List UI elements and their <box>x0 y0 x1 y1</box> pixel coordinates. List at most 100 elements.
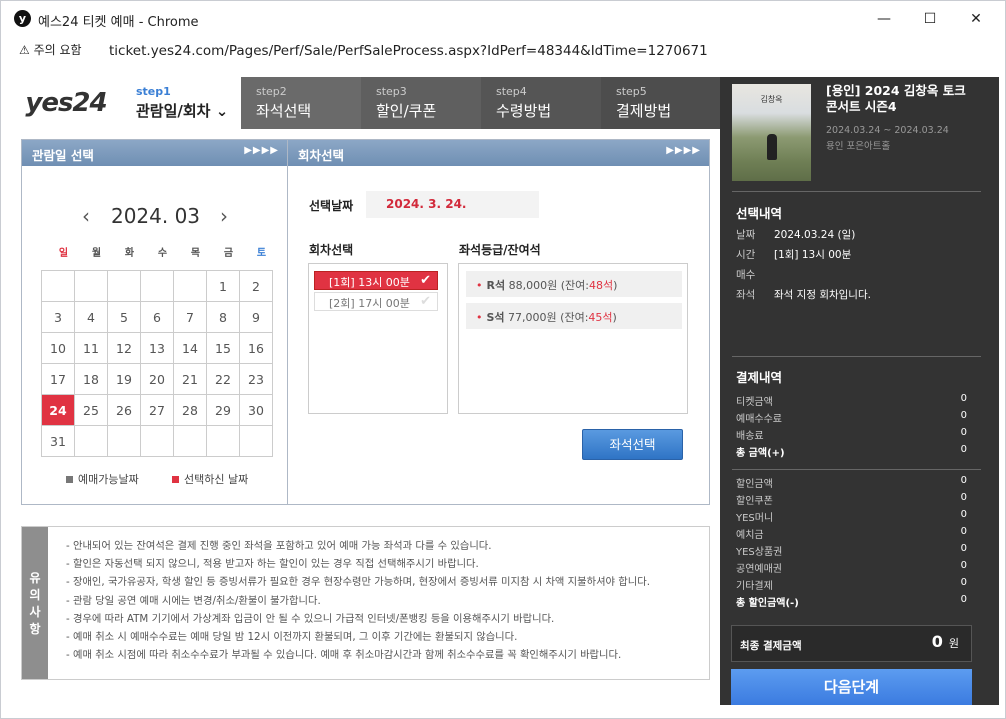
close-button[interactable]: ✕ <box>953 1 999 36</box>
calendar-day[interactable]: 11 <box>74 332 108 364</box>
step-number: step4 <box>496 85 527 98</box>
seat-select-button[interactable]: 좌석선택 <box>582 429 683 460</box>
window-title: 예스24 티켓 예매 - Chrome <box>38 15 199 30</box>
calendar-day[interactable]: 7 <box>173 301 207 333</box>
calendar-day[interactable]: 30 <box>239 394 273 426</box>
notice-item: - 안내되어 있는 잔여석은 결제 진행 중인 좌석을 포함하고 있어 예매 가… <box>66 540 492 552</box>
calendar-day[interactable]: 3 <box>41 301 75 333</box>
calendar-day[interactable]: 1 <box>206 270 240 302</box>
calendar-day[interactable]: 6 <box>140 301 174 333</box>
maximize-button[interactable]: ☐ <box>907 1 953 36</box>
calendar-empty <box>239 425 273 457</box>
payment-value: 0 <box>960 444 967 455</box>
calendar-day[interactable]: 15 <box>206 332 240 364</box>
date-selection-panel: 관람일 선택 ▶▶▶▶ ‹ 2024. 03 › 일 월 화 수 목 금 토 1… <box>21 139 288 505</box>
calendar-empty <box>140 425 174 457</box>
notice-item: - 할인은 자동선택 되지 않으니, 적용 받고자 하는 할인이 있는 경우 직… <box>66 558 479 571</box>
step-4-tab[interactable]: step4 수령방법 <box>481 77 601 129</box>
calendar-day[interactable]: 13 <box>140 332 174 364</box>
calendar-day[interactable]: 12 <box>107 332 141 364</box>
calendar-day[interactable]: 25 <box>74 394 108 426</box>
notice-side-label: 유 의 사 항 <box>22 527 48 679</box>
calendar-grid: 1 2 3 4 5 6 7 8 9 10 11 12 13 14 15 16 17 18 19 20 21 22 23 24 2… <box>41 270 273 457</box>
round-item-2[interactable]: [2회] 17시 00분 ✔ <box>314 292 438 311</box>
step-name: 결제방법 <box>616 102 672 120</box>
concert-title: [용인] 2024 김창옥 토크콘서트 시즌4 <box>826 83 966 114</box>
notice-item: - 예매 취소 시 예매수수료는 예매 당일 밤 12시 이전까지 환불되며, … <box>66 631 518 644</box>
dow-sun: 일 <box>58 248 69 259</box>
calendar-day[interactable]: 4 <box>74 301 108 333</box>
divider <box>732 191 981 192</box>
step-2-tab[interactable]: step2 좌석선택 <box>241 77 361 129</box>
calendar-empty <box>74 425 108 457</box>
step-1-tab[interactable]: step1 관람일/회차 ⌄ <box>121 77 241 129</box>
calendar-day[interactable]: 17 <box>41 363 75 395</box>
calendar-day[interactable]: 22 <box>206 363 240 395</box>
dow-wed: 수 <box>157 248 168 259</box>
yes24-app-icon: y <box>14 10 31 27</box>
payment-value: 0 <box>960 427 967 438</box>
notice-item: - 예매 취소 시점에 따라 취소수수료가 부과될 수 있습니다. 예매 후 취… <box>66 649 622 662</box>
url-text[interactable]: ticket.yes24.com/Pages/Perf/Sale/PerfSal… <box>109 43 708 59</box>
selection-key: 좌석 <box>736 289 756 301</box>
payment-value: 0 <box>960 509 967 520</box>
payment-value: 0 <box>960 594 967 605</box>
next-month-button[interactable]: › <box>220 204 228 228</box>
legend-available: 예매가능날짜 <box>66 471 139 487</box>
calendar-empty <box>107 270 141 302</box>
calendar-day[interactable]: 18 <box>74 363 108 395</box>
concert-venue: 용인 포은아트홀 <box>826 141 891 152</box>
legend-selected: 선택하신 날짜 <box>172 471 248 487</box>
title-bar: y 예스24 티켓 예매 - Chrome — ☐ ✕ <box>1 1 1005 36</box>
step-3-tab[interactable]: step3 할인/쿠폰 <box>361 77 481 129</box>
seat-grade-r: • R석 88,000원 (잔여:48석) <box>466 271 682 297</box>
payment-key: YES상품권 <box>736 547 783 558</box>
minimize-button[interactable]: — <box>861 1 907 36</box>
calendar-empty <box>107 425 141 457</box>
payment-value: 0 <box>960 577 967 588</box>
browser-window: y 예스24 티켓 예매 - Chrome — ☐ ✕ ⚠ 주의 요함 tick… <box>0 0 1006 719</box>
seat-grade-s: • S석 77,000원 (잔여:45석) <box>466 303 682 329</box>
selection-date: 2024.03.24 (일) <box>774 229 856 241</box>
step-number: step1 <box>136 85 171 98</box>
calendar-day[interactable]: 8 <box>206 301 240 333</box>
calendar-day[interactable]: 21 <box>173 363 207 395</box>
calendar-day[interactable]: 29 <box>206 394 240 426</box>
next-step-button[interactable]: 다음단계 <box>731 669 972 705</box>
selection-key: 매수 <box>736 269 756 281</box>
calendar-day[interactable]: 24 <box>41 394 75 426</box>
step-5-tab[interactable]: step5 결제방법 <box>601 77 721 129</box>
calendar-day[interactable]: 23 <box>239 363 273 395</box>
selected-date-label: 선택날짜 <box>309 199 354 213</box>
check-icon: ✔ <box>420 294 431 309</box>
page-content: yes24 step1 관람일/회차 ⌄ step2 좌석선택 step3 할인… <box>11 69 999 705</box>
security-warning-chip[interactable]: ⚠ 주의 요함 <box>19 41 82 58</box>
calendar-day[interactable]: 19 <box>107 363 141 395</box>
step-navigation: yes24 step1 관람일/회차 ⌄ step2 좌석선택 step3 할인… <box>11 77 721 129</box>
round-item-label: [1회] 13시 00분 <box>329 276 410 289</box>
calendar-day[interactable]: 20 <box>140 363 174 395</box>
date-panel-header: 관람일 선택 ▶▶▶▶ <box>22 140 287 166</box>
payment-key: 총 금액(+) <box>736 448 785 459</box>
calendar-empty <box>173 425 207 457</box>
round-panel-header: 회차선택 ▶▶▶▶ <box>288 140 709 166</box>
final-amount-label: 최종 결제금액 <box>740 640 802 652</box>
calendar-day[interactable]: 16 <box>239 332 273 364</box>
calendar-day[interactable]: 27 <box>140 394 174 426</box>
calendar-day[interactable]: 31 <box>41 425 75 457</box>
round-item-1[interactable]: [1회] 13시 00분 ✔ <box>314 271 438 290</box>
calendar-day[interactable]: 9 <box>239 301 273 333</box>
selection-key: 시간 <box>736 249 756 261</box>
yes24-logo[interactable]: yes24 <box>11 77 121 129</box>
seat-grade-label: 좌석등급/잔여석 <box>459 243 541 257</box>
calendar-day[interactable]: 28 <box>173 394 207 426</box>
calendar-day[interactable]: 5 <box>107 301 141 333</box>
calendar-day[interactable]: 2 <box>239 270 273 302</box>
divider <box>732 469 981 470</box>
payment-value: 0 <box>960 560 967 571</box>
concert-dates: 2024.03.24 ~ 2024.03.24 <box>826 125 949 136</box>
calendar-day[interactable]: 14 <box>173 332 207 364</box>
calendar-day[interactable]: 10 <box>41 332 75 364</box>
calendar-day[interactable]: 26 <box>107 394 141 426</box>
calendar-empty <box>140 270 174 302</box>
